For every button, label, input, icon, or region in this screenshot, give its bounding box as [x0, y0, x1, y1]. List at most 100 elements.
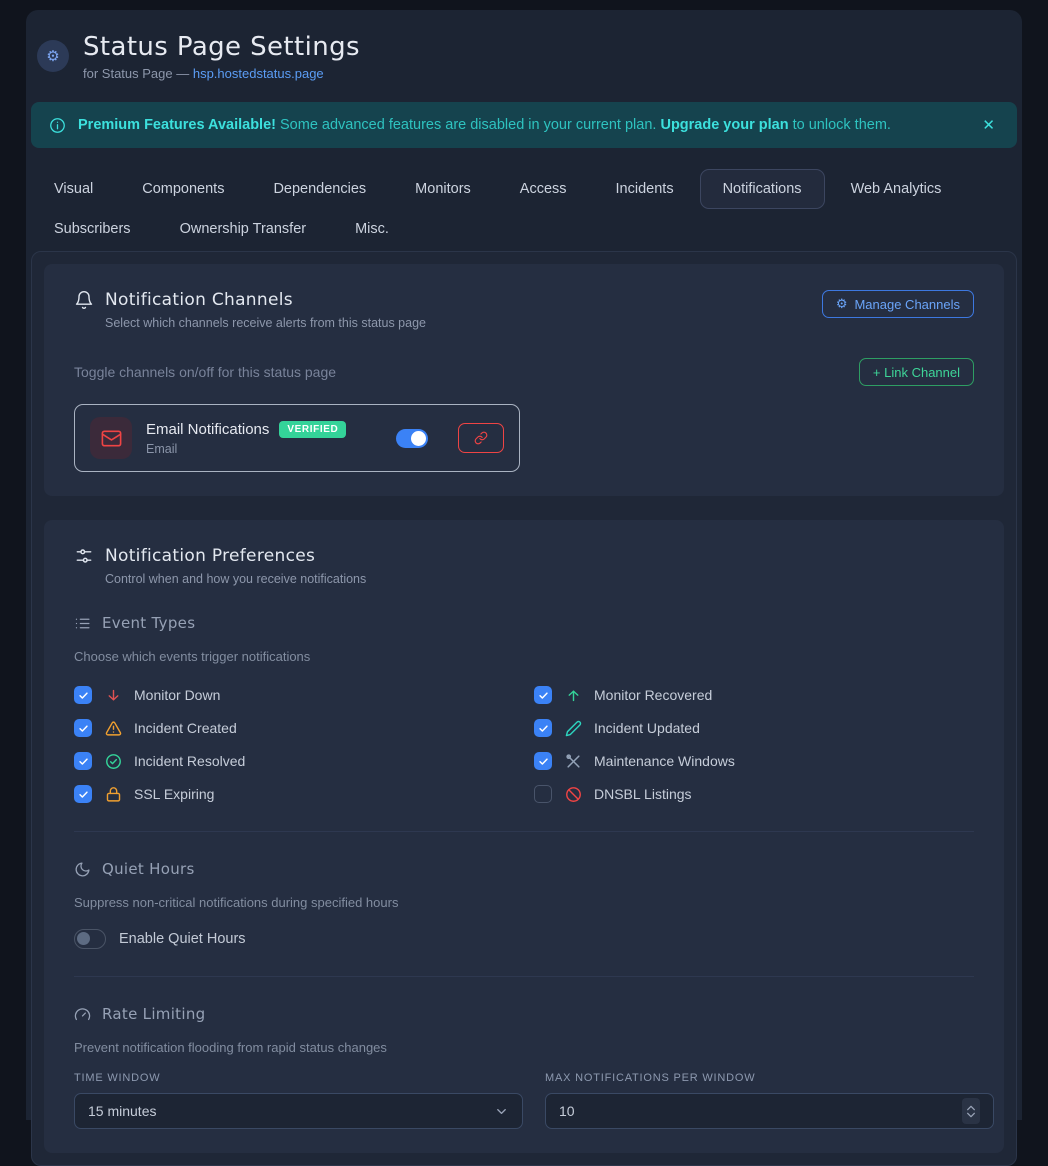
quiet-hours-title: Quiet Hours	[102, 860, 195, 878]
channel-name: Email Notifications	[146, 421, 269, 438]
tab-misc[interactable]: Misc.	[332, 209, 412, 249]
event-types-subtitle: Choose which events trigger notification…	[74, 649, 974, 664]
pencil-icon	[564, 720, 582, 737]
time-window-label: TIME WINDOW	[74, 1072, 523, 1084]
close-icon[interactable]: ✕	[978, 112, 999, 138]
divider	[74, 976, 974, 977]
event-incident-resolved[interactable]: Incident Resolved	[74, 751, 534, 771]
quiet-hours-subtitle: Suppress non-critical notifications duri…	[74, 895, 974, 910]
status-page-link[interactable]: hsp.hostedstatus.page	[193, 66, 324, 81]
banner-body: Some advanced features are disabled in y…	[276, 117, 660, 133]
checkbox-unchecked[interactable]	[534, 785, 552, 803]
bell-icon	[74, 290, 94, 310]
channels-subtitle: Select which channels receive alerts fro…	[105, 316, 426, 330]
max-notifications-label: MAX NOTIFICATIONS PER WINDOW	[545, 1072, 994, 1084]
max-notifications-field	[545, 1093, 994, 1129]
info-icon	[49, 117, 66, 134]
gear-icon: ⚙	[836, 297, 848, 312]
lock-icon	[104, 786, 122, 803]
ban-icon	[564, 786, 582, 803]
unlink-channel-button[interactable]	[458, 423, 504, 453]
checkbox-checked[interactable]	[74, 719, 92, 737]
checkbox-checked[interactable]	[534, 686, 552, 704]
tab-notifications[interactable]: Notifications	[700, 169, 825, 209]
settings-badge: ⚙	[37, 40, 69, 72]
channel-type: Email	[146, 442, 346, 456]
notification-preferences-panel: Notification Preferences Control when an…	[44, 520, 1004, 1153]
page-subtitle: for Status Page — hsp.hostedstatus.page	[83, 66, 360, 81]
chevron-down-icon	[494, 1104, 509, 1119]
manage-channels-button[interactable]: ⚙ Manage Channels	[822, 290, 974, 318]
tabs-row-2: SubscribersOwnership TransferMisc.	[31, 209, 1017, 249]
gauge-icon	[74, 1006, 91, 1023]
banner-bold: Premium Features Available!	[78, 117, 276, 133]
divider	[74, 831, 974, 832]
page-title: Status Page Settings	[83, 32, 360, 62]
tools-icon	[564, 753, 582, 770]
link-chain-icon	[474, 431, 488, 445]
toggle-knob	[77, 932, 90, 945]
event-label: Incident Resolved	[134, 753, 245, 769]
notification-channels-panel: Notification Channels Select which chann…	[44, 264, 1004, 496]
event-maintenance-windows[interactable]: Maintenance Windows	[534, 751, 994, 771]
tab-monitors[interactable]: Monitors	[392, 169, 494, 209]
event-incident-created[interactable]: Incident Created	[74, 718, 534, 738]
banner-text: Premium Features Available! Some advance…	[78, 117, 891, 133]
event-label: SSL Expiring	[134, 786, 214, 802]
event-ssl-expiring[interactable]: SSL Expiring	[74, 784, 534, 804]
checkbox-checked[interactable]	[74, 752, 92, 770]
tab-dependencies[interactable]: Dependencies	[250, 169, 389, 209]
page-header: ⚙ Status Page Settings for Status Page —…	[31, 32, 1017, 81]
tab-visual[interactable]: Visual	[31, 169, 116, 209]
tab-subscribers[interactable]: Subscribers	[31, 209, 154, 249]
event-label: DNSBL Listings	[594, 786, 692, 802]
settings-tabs: VisualComponentsDependenciesMonitorsAcce…	[31, 169, 1017, 249]
time-window-select[interactable]: 15 minutes	[74, 1093, 523, 1129]
event-label: Incident Updated	[594, 720, 700, 736]
banner-suffix: to unlock them.	[789, 117, 891, 133]
email-channel-toggle[interactable]	[396, 429, 428, 448]
event-label: Incident Created	[134, 720, 237, 736]
event-incident-updated[interactable]: Incident Updated	[534, 718, 994, 738]
event-types-title: Event Types	[102, 614, 195, 632]
premium-banner: Premium Features Available! Some advance…	[31, 102, 1017, 148]
tab-components[interactable]: Components	[119, 169, 247, 209]
upgrade-plan-link[interactable]: Upgrade your plan	[660, 117, 788, 133]
moon-icon	[74, 861, 91, 878]
toggle-channels-hint: Toggle channels on/off for this status p…	[74, 364, 336, 380]
gear-icon: ⚙	[46, 49, 59, 64]
event-monitor-recovered[interactable]: Monitor Recovered	[534, 685, 994, 705]
toggle-knob	[411, 431, 426, 446]
quiet-hours-toggle[interactable]	[74, 929, 106, 949]
channels-title: Notification Channels	[105, 290, 293, 310]
tabs-row-1: VisualComponentsDependenciesMonitorsAcce…	[31, 169, 1017, 209]
tab-incidents[interactable]: Incidents	[593, 169, 697, 209]
tab-web-analytics[interactable]: Web Analytics	[828, 169, 965, 209]
event-monitor-down[interactable]: Monitor Down	[74, 685, 534, 705]
tab-access[interactable]: Access	[497, 169, 590, 209]
link-channel-button[interactable]: + Link Channel	[859, 358, 974, 386]
preferences-subtitle: Control when and how you receive notific…	[105, 572, 974, 586]
checkbox-checked[interactable]	[534, 719, 552, 737]
number-stepper[interactable]	[962, 1098, 980, 1124]
envelope-icon	[100, 427, 123, 450]
warning-triangle-icon	[104, 720, 122, 737]
subtitle-prefix: for Status Page —	[83, 66, 193, 81]
verified-badge: VERIFIED	[279, 421, 346, 438]
tab-ownership-transfer[interactable]: Ownership Transfer	[157, 209, 330, 249]
check-circle-icon	[104, 753, 122, 770]
checkbox-checked[interactable]	[74, 785, 92, 803]
event-dnsbl-listings[interactable]: DNSBL Listings	[534, 784, 994, 804]
sliders-icon	[74, 546, 94, 566]
max-notifications-input[interactable]	[559, 1103, 962, 1119]
rate-limiting-subtitle: Prevent notification flooding from rapid…	[74, 1040, 974, 1055]
arrow-down-icon	[104, 687, 122, 704]
event-label: Monitor Down	[134, 687, 220, 703]
checkbox-checked[interactable]	[74, 686, 92, 704]
list-icon	[74, 615, 91, 632]
event-label: Maintenance Windows	[594, 753, 735, 769]
arrow-up-icon	[564, 687, 582, 704]
checkbox-checked[interactable]	[534, 752, 552, 770]
quiet-hours-toggle-label: Enable Quiet Hours	[119, 931, 246, 947]
event-label: Monitor Recovered	[594, 687, 712, 703]
